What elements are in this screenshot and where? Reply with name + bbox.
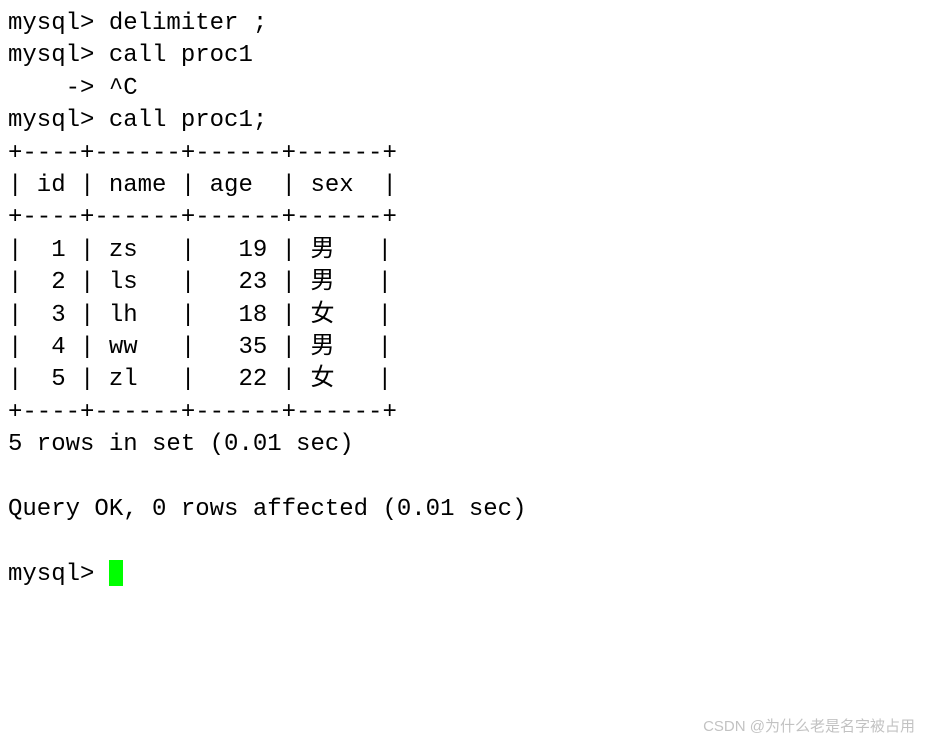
table-border: +----+------+------+------+ (8, 140, 397, 167)
table-row: | 2 | ls | 23 | 男 | (8, 269, 392, 296)
table-row: | 1 | zs | 19 | 男 | (8, 237, 392, 264)
prompt: mysql> (8, 561, 109, 588)
table-border: +----+------+------+------+ (8, 204, 397, 231)
table-row: | 5 | zl | 22 | 女 | (8, 366, 392, 393)
prompt: mysql> delimiter ; (8, 10, 267, 37)
query-status: Query OK, 0 rows affected (0.01 sec) (8, 496, 526, 523)
continuation-line: -> ^C (8, 75, 138, 102)
terminal-cursor[interactable] (109, 560, 123, 586)
table-border: +----+------+------+------+ (8, 399, 397, 426)
table-row: | 4 | ww | 35 | 男 | (8, 334, 392, 361)
table-header: | id | name | age | sex | (8, 172, 397, 199)
watermark: CSDN @为什么老是名字被占用 (703, 717, 915, 737)
result-summary: 5 rows in set (0.01 sec) (8, 431, 354, 458)
prompt: mysql> call proc1 (8, 42, 253, 69)
table-row: | 3 | lh | 18 | 女 | (8, 302, 392, 329)
prompt: mysql> call proc1; (8, 107, 267, 134)
